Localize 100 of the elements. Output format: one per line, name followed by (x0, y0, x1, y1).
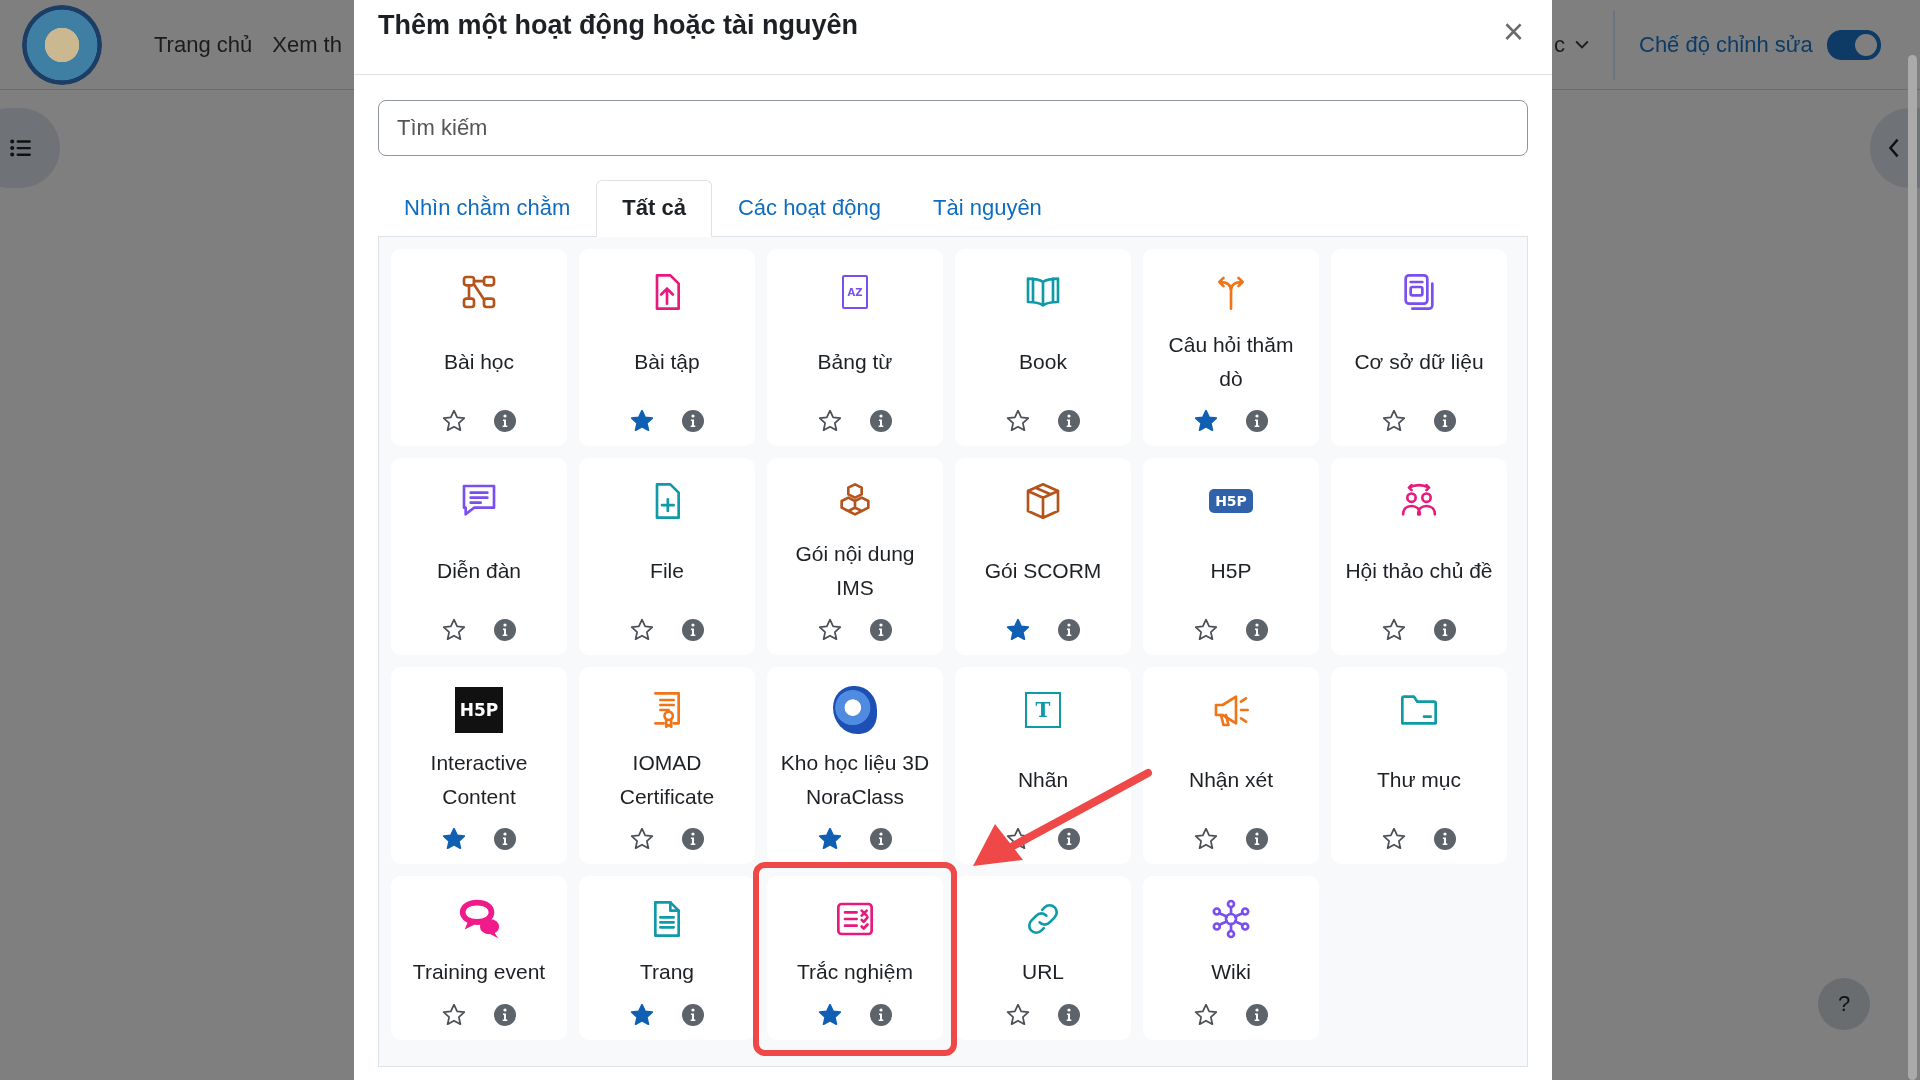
activity-card[interactable]: Book (955, 249, 1131, 446)
star-icon[interactable] (1381, 826, 1407, 852)
info-icon[interactable] (681, 618, 705, 642)
star-icon[interactable] (441, 408, 467, 434)
activity-card[interactable]: Câu hỏi thăm dò (1143, 249, 1319, 446)
star-icon[interactable] (1193, 1002, 1219, 1028)
info-icon[interactable] (1433, 827, 1457, 851)
info-icon[interactable] (1245, 1003, 1269, 1027)
activity-name: Cơ sở dữ liệu (1354, 348, 1484, 375)
info-icon[interactable] (1433, 409, 1457, 433)
menu-item[interactable]: c (1554, 32, 1565, 58)
activity-card[interactable]: IOMAD Certificate (579, 667, 755, 864)
info-icon[interactable] (1245, 827, 1269, 851)
activity-name: IOMAD Certificate (618, 749, 716, 810)
dictionary-book-icon: AZ (842, 275, 868, 309)
activity-card[interactable]: File (579, 458, 755, 655)
activity-name: Câu hỏi thăm dò (1167, 331, 1295, 392)
activity-card[interactable]: Trắc nghiệm (767, 876, 943, 1040)
activity-card[interactable]: Thư mục (1331, 667, 1507, 864)
star-icon[interactable] (1005, 1002, 1031, 1028)
filled-star-icon[interactable] (817, 1002, 843, 1028)
activity-name: Gói nội dung IMS (794, 540, 916, 601)
activity-name: Nhận xét (1188, 766, 1274, 793)
filled-star-icon[interactable] (441, 826, 467, 852)
tab[interactable]: Nhìn chằm chằm (378, 180, 597, 237)
info-icon[interactable] (1057, 409, 1081, 433)
tab[interactable]: Tài nguyên (907, 180, 1068, 237)
info-icon[interactable] (493, 618, 517, 642)
filled-star-icon[interactable] (817, 826, 843, 852)
star-icon[interactable] (817, 617, 843, 643)
info-icon[interactable] (869, 409, 893, 433)
star-icon[interactable] (441, 1002, 467, 1028)
swirl-logo-icon (833, 686, 877, 734)
search-field[interactable]: Tìm kiếm (378, 100, 1528, 156)
activity-card[interactable]: T Nhãn (955, 667, 1131, 864)
info-icon[interactable] (1057, 1003, 1081, 1027)
activity-name: Book (1019, 348, 1067, 375)
star-icon[interactable] (1193, 617, 1219, 643)
activity-name: Trang (639, 959, 695, 985)
activity-name: Wiki (1211, 959, 1251, 985)
list-icon (10, 139, 32, 157)
activity-card[interactable]: URL (955, 876, 1131, 1040)
info-icon[interactable] (1057, 618, 1081, 642)
activity-card[interactable]: Hội thảo chủ đề (1331, 458, 1507, 655)
info-icon[interactable] (681, 1003, 705, 1027)
caret-icon[interactable] (1575, 40, 1589, 50)
star-icon[interactable] (1381, 408, 1407, 434)
activity-card[interactable]: Wiki (1143, 876, 1319, 1040)
tab[interactable]: Tất cả (596, 180, 712, 237)
modal-title: Thêm một hoạt động hoặc tài nguyên (378, 10, 858, 41)
help-button[interactable]: ? (1818, 978, 1870, 1030)
activity-card[interactable]: Bài tập (579, 249, 755, 446)
text-frame-icon: T (1025, 692, 1061, 728)
info-icon[interactable] (681, 827, 705, 851)
nav-link[interactable]: Xem th (272, 31, 342, 58)
filled-star-icon[interactable] (629, 408, 655, 434)
info-icon[interactable] (493, 827, 517, 851)
star-icon[interactable] (1381, 617, 1407, 643)
activity-card[interactable]: H5P H5P (1143, 458, 1319, 655)
info-icon[interactable] (681, 409, 705, 433)
info-icon[interactable] (1245, 409, 1269, 433)
activity-name: Trắc nghiệm (797, 959, 913, 985)
star-icon[interactable] (817, 408, 843, 434)
scrollbar[interactable] (1908, 55, 1917, 1080)
network-nodes-icon (1211, 899, 1251, 939)
info-icon[interactable] (869, 827, 893, 851)
star-icon[interactable] (1005, 408, 1031, 434)
activity-card[interactable]: H5P Interactive Content (391, 667, 567, 864)
filled-star-icon[interactable] (629, 1002, 655, 1028)
activity-card[interactable]: Cơ sở dữ liệu (1331, 249, 1507, 446)
info-icon[interactable] (1245, 618, 1269, 642)
activity-card[interactable]: Trang (579, 876, 755, 1040)
edit-mode-toggle[interactable] (1826, 30, 1881, 60)
chevron-left-icon (1888, 138, 1900, 158)
activity-card[interactable]: Training event (391, 876, 567, 1040)
info-icon[interactable] (493, 1003, 517, 1027)
activity-card[interactable]: Bài học (391, 249, 567, 446)
activity-card[interactable]: Kho học liệu 3D NoraClass (767, 667, 943, 864)
info-icon[interactable] (493, 409, 517, 433)
activity-name: Interactive Content (429, 749, 529, 810)
activity-card[interactable]: Diễn đàn (391, 458, 567, 655)
close-button[interactable]: × (1498, 12, 1528, 52)
info-icon[interactable] (869, 618, 893, 642)
filled-star-icon[interactable] (1005, 617, 1031, 643)
star-icon[interactable] (629, 826, 655, 852)
tab[interactable]: Các hoạt động (711, 180, 907, 237)
activity-card[interactable]: Gói nội dung IMS (767, 458, 943, 655)
star-icon[interactable] (1193, 826, 1219, 852)
info-icon[interactable] (1433, 618, 1457, 642)
activity-card[interactable]: Gói SCORM (955, 458, 1131, 655)
activity-card[interactable]: Nhận xét (1143, 667, 1319, 864)
activity-name: URL (1022, 959, 1064, 985)
info-icon[interactable] (1057, 827, 1081, 851)
info-icon[interactable] (869, 1003, 893, 1027)
activity-name: Nhãn (1017, 766, 1069, 793)
nav-link[interactable]: Trang chủ (154, 31, 253, 58)
activity-card[interactable]: AZ Bảng từ (767, 249, 943, 446)
star-icon[interactable] (629, 617, 655, 643)
star-icon[interactable] (441, 617, 467, 643)
filled-star-icon[interactable] (1193, 408, 1219, 434)
